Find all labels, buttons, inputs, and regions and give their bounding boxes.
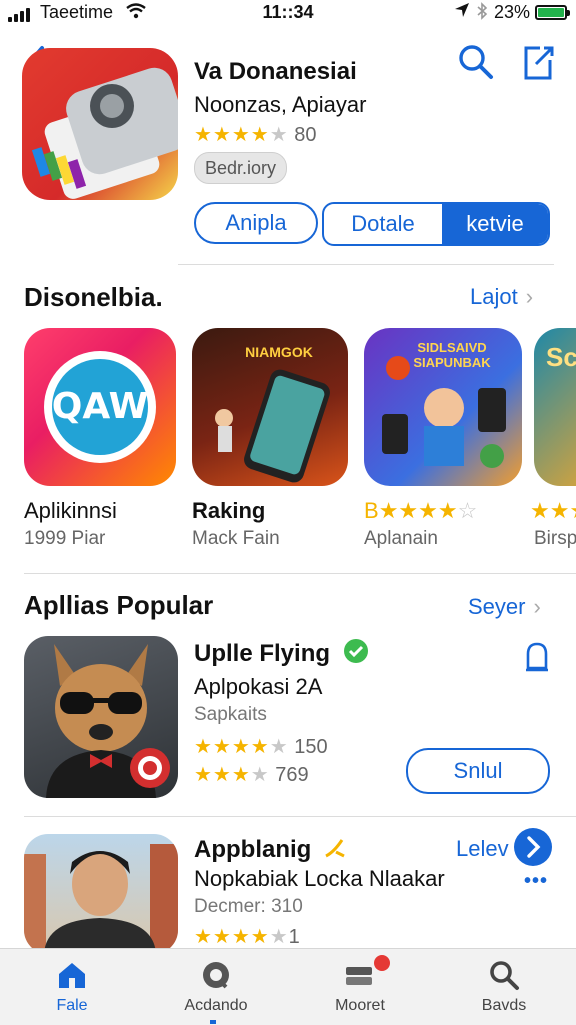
row-meta-1: Sapkaits [194,704,267,725]
app-tile-1[interactable]: QAW [24,328,176,486]
tile-label-3-text: B [364,498,379,523]
app-tile-3[interactable]: SIDLSAIVD SIAPUNBAK [364,328,522,486]
row-sub-2: Nopkabiak Locka Nlaakar [194,866,445,891]
app-tile-4[interactable]: Sc [534,328,576,486]
see-all-link-popular[interactable]: Seyer › [468,594,541,620]
clock: 11::34 [262,2,314,22]
tab-label: Acdando [184,997,248,1014]
stars-icon: ★★★★ [194,764,270,786]
section-title-featured: Disonelbia. [24,282,163,312]
tile-sub-3: Aplanain [364,528,438,549]
search-icon [490,961,519,990]
location-icon [454,2,470,23]
row-rating-2: ★★★★ 769 [194,762,309,787]
tab-bar: Fale Acdando Mooret Bavds [0,948,576,1025]
tile-label-1: Aplikinnsi [24,498,117,523]
tab-label: Mooret [335,997,385,1014]
divider [178,264,554,265]
rating-count: 769 [275,764,309,786]
chevron-right-circle-icon[interactable] [514,828,552,866]
hero-rating: ★★★★★ 80 [194,122,316,147]
tile-banner: NIAMGOK [245,344,313,360]
segment-review[interactable]: ketvie [442,204,548,244]
verified-check-icon [343,639,368,663]
sparkle-icon [325,839,345,858]
search-icon[interactable] [456,42,496,82]
notification-badge [374,955,390,971]
tile-stars-4-icon: ★★★ [530,498,576,523]
see-all-label: Lajot [470,284,518,309]
divider [24,816,576,817]
hero-stars-icon: ★★★★★ [194,124,289,146]
hero-app-artwork[interactable] [22,48,178,200]
tile-sub-4: Birsp [534,528,576,549]
tile-sub-2: Mack Fain [192,528,280,549]
tile-banner: SIDLSAIVD SIAPUNBAK [413,340,491,370]
bell-icon[interactable] [520,640,560,680]
status-bar: Taeetime 11::34 23% [0,0,576,26]
app-icon-dog[interactable] [24,636,178,798]
row-title-2-text: Appblanig [194,836,312,863]
tab-apps[interactable]: Acdando [144,949,288,1025]
install-button[interactable]: Snlul [406,748,550,794]
app-icon-portrait[interactable] [24,834,178,954]
tab-label: Bavds [481,997,527,1014]
rating-count: 150 [294,736,328,758]
app-tile-2[interactable]: NIAMGOK [192,328,348,486]
hero-app-subtitle: Noonzas, Apiayar [194,92,367,117]
see-all-label: Seyer [468,594,526,619]
row-title-1-text: Uplle Flying [194,640,331,667]
battery-icon [535,5,570,20]
row-meta-2: Decmer: 310 [194,896,303,917]
row-rating-3: ★★★★★1 [194,924,300,949]
tile-banner: Sc [546,342,576,372]
tab-search[interactable]: Bavds [432,949,576,1025]
tab-label: Fale [56,997,88,1014]
tab-home[interactable]: Fale [0,949,144,1025]
tile-logo-text: QAW [51,386,149,427]
category-chip[interactable]: Bedr.iory [194,152,288,184]
chevron-right-icon: › [525,284,534,309]
battery-percent: 23% [494,2,531,22]
home-icon [59,963,85,988]
section-title-popular: Apllias Popular [24,590,214,620]
more-dots-icon[interactable]: ••• [524,870,548,893]
share-icon[interactable] [518,42,558,82]
see-all-link-featured[interactable]: Lajot › [470,284,533,310]
row-rating-1: ★★★★★ 150 [194,734,328,759]
segment-details[interactable]: Dotale [324,204,442,244]
tile-sub-1: 1999 Piar [24,528,106,549]
stars-icon: ★★★★★ [194,736,289,758]
tile-label-2: Raking [192,498,266,523]
hero-app-title: Va Donanesiai [194,58,357,85]
chevron-right-icon: › [533,594,541,619]
get-button[interactable]: Anipla [194,202,318,244]
tile-label-3: B★★★★☆ [364,498,477,524]
stars-icon: ★★★★★ [194,926,289,948]
row-sub-1: Aplpokasi 2A [194,674,323,699]
row-link-2[interactable]: Lelev [456,836,509,862]
detail-segment[interactable]: Dotale ketvie [322,202,550,246]
tab-more[interactable]: Mooret [288,949,432,1025]
row-title-1: Uplle Flying [194,638,369,668]
bluetooth-icon [476,2,488,25]
tile-stars-3-icon: ★★★★ [378,498,458,523]
rating-count: 1 [288,926,300,948]
divider [24,573,576,574]
apps-icon [203,962,229,989]
hero-rating-count: 80 [294,124,317,146]
tab-indicator [210,1020,216,1024]
cards-icon [346,967,372,985]
row-title-2: Appblanig [194,834,348,864]
tile-star-empty-3-icon: ☆ [457,498,478,523]
